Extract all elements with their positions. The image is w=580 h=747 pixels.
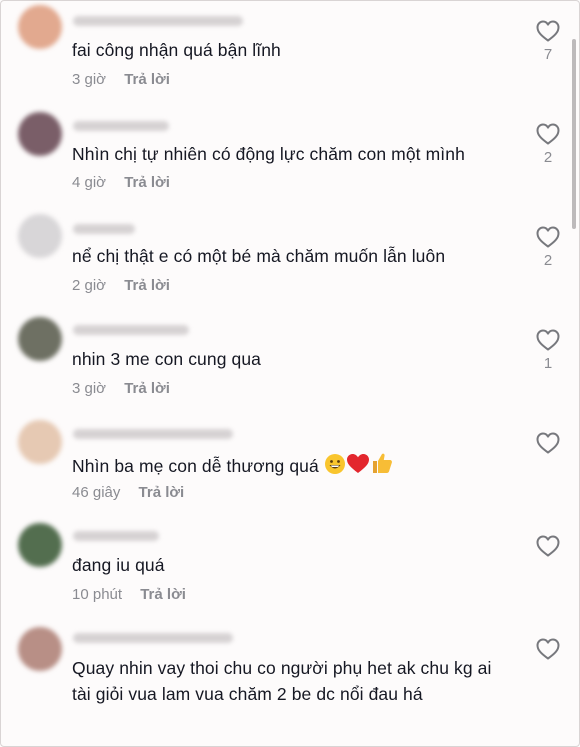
comment-text: fai công nhận quá bận lĩnh <box>72 40 281 60</box>
comments-panel: fai công nhận quá bận lĩnh 3 giờ Trả lời… <box>0 0 580 747</box>
comment-time: 2 giờ <box>72 277 107 294</box>
comment-meta: 3 giờ Trả lời <box>72 71 170 88</box>
comment-time: 4 giờ <box>72 174 107 191</box>
heart-outline-icon <box>536 226 560 248</box>
comment-time: 46 giây <box>72 484 121 501</box>
comment-text: đang iu quá <box>72 555 165 575</box>
username-blurred[interactable] <box>73 633 233 643</box>
like-button[interactable]: 1 <box>533 328 563 372</box>
comment-text: Nhìn ba mẹ con dễ thương quá <box>72 451 499 482</box>
comment-text: nhin 3 me con cung qua <box>72 349 262 369</box>
reply-button[interactable]: Trả lời <box>140 586 186 603</box>
username-blurred[interactable] <box>73 531 159 541</box>
like-count: 1 <box>543 355 553 372</box>
avatar[interactable] <box>18 420 62 464</box>
comment-meta: 2 giờ Trả lời <box>72 277 170 294</box>
reply-button[interactable]: Trả lời <box>124 71 170 88</box>
reply-button[interactable]: Trả lời <box>124 277 170 294</box>
username-blurred[interactable] <box>73 16 243 26</box>
comment-time: 3 giờ <box>72 71 107 88</box>
reply-button[interactable]: Trả lời <box>124 380 170 397</box>
like-button[interactable] <box>533 534 563 561</box>
like-button[interactable] <box>533 637 563 661</box>
like-count: 2 <box>543 149 553 166</box>
avatar[interactable] <box>18 523 62 567</box>
username-blurred[interactable] <box>73 325 189 335</box>
reply-button[interactable]: Trả lời <box>139 484 185 501</box>
comment-text: Nhìn chị tự nhiên có động lực chăm con m… <box>72 144 465 164</box>
comment-text-content: Nhìn ba mẹ con dễ thương quá <box>72 456 319 476</box>
username-blurred[interactable] <box>73 224 135 234</box>
comment-meta: 46 giây Trả lời <box>72 484 184 501</box>
like-button[interactable]: 2 <box>533 225 563 269</box>
heart-outline-icon <box>536 432 560 454</box>
red-heart-emoji <box>346 453 370 482</box>
reply-button[interactable]: Trả lời <box>124 174 170 191</box>
comment-time: 10 phút <box>72 586 123 603</box>
scrollbar[interactable] <box>572 39 576 229</box>
avatar[interactable] <box>18 5 62 49</box>
comment-text: nể chị thật e có một bé mà chăm muốn lẫn… <box>72 246 446 266</box>
comment-meta: 3 giờ Trả lời <box>72 380 170 397</box>
comment-meta: 4 giờ Trả lời <box>72 174 170 191</box>
avatar[interactable] <box>18 627 62 671</box>
heart-outline-icon <box>536 638 560 660</box>
like-count: 7 <box>543 46 553 63</box>
comment-meta: 10 phút Trả lời <box>72 586 186 603</box>
comment-time: 3 giờ <box>72 380 107 397</box>
username-blurred[interactable] <box>73 429 233 439</box>
like-button[interactable]: 2 <box>533 122 563 166</box>
username-blurred[interactable] <box>73 121 169 131</box>
heart-outline-icon <box>536 123 560 145</box>
avatar[interactable] <box>18 317 62 361</box>
like-count: 2 <box>543 252 553 269</box>
heart-outline-icon <box>536 329 560 351</box>
comment-text: Quay nhin vay thoi chu co người phụ het … <box>72 658 492 704</box>
grinning-face-emoji <box>324 453 346 482</box>
heart-outline-icon <box>536 20 560 42</box>
like-button[interactable]: 7 <box>533 19 563 63</box>
thumbs-up-emoji <box>370 451 394 482</box>
avatar[interactable] <box>18 214 62 258</box>
avatar[interactable] <box>18 112 62 156</box>
heart-outline-icon <box>536 535 560 557</box>
like-button[interactable] <box>533 431 563 458</box>
